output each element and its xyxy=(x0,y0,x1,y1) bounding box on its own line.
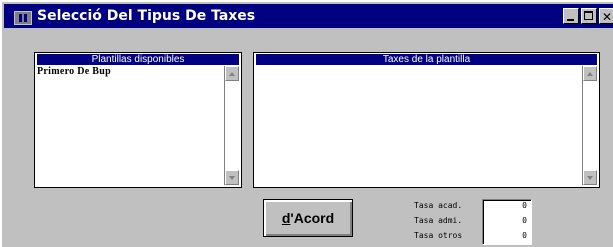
accept-button-mnemonic: d xyxy=(281,210,291,226)
academic-fee-value: 0 xyxy=(522,201,527,210)
maximize-icon xyxy=(584,11,593,20)
scroll-down-arrow-icon xyxy=(229,176,235,180)
scroll-up-arrow-icon xyxy=(587,72,593,76)
template-taxes-header: Taxes de la plantilla xyxy=(256,54,597,65)
templates-list[interactable]: Primero De Bup xyxy=(37,66,223,185)
template-taxes-panel: Taxes de la plantilla xyxy=(253,52,600,188)
list-item[interactable]: Primero De Bup xyxy=(37,66,223,78)
scroll-up-button[interactable] xyxy=(583,66,597,81)
window-app-icon[interactable] xyxy=(14,11,32,25)
maximize-button[interactable] xyxy=(581,8,597,24)
other-fee-value: 0 xyxy=(522,231,527,240)
minimize-icon xyxy=(567,19,574,21)
accept-button[interactable]: d 'Acord xyxy=(263,199,353,237)
other-fee-label: Tasa otros xyxy=(414,231,463,240)
title-bar[interactable]: Selecció Del Tipus De Taxes ✕ xyxy=(4,4,613,28)
templates-list-panel: Plantillas disponibles Primero De Bup xyxy=(34,52,242,188)
academic-fee-label: Tasa acad. xyxy=(414,201,463,210)
scroll-up-button[interactable] xyxy=(225,66,239,81)
template-taxes-list[interactable] xyxy=(256,66,581,185)
template-taxes-scrollbar[interactable] xyxy=(582,66,597,185)
close-icon: ✕ xyxy=(602,10,613,24)
admin-fee-value: 0 xyxy=(522,216,527,225)
accept-button-label: 'Acord xyxy=(290,210,335,226)
scroll-down-arrow-icon xyxy=(587,176,593,180)
scroll-up-arrow-icon xyxy=(229,72,235,76)
window-controls: ✕ xyxy=(563,8,613,24)
fee-totals-box: 0 0 0 xyxy=(482,199,532,245)
templates-list-header: Plantillas disponibles xyxy=(37,54,239,65)
templates-list-scrollbar[interactable] xyxy=(224,66,239,185)
window-title: Selecció Del Tipus De Taxes xyxy=(37,8,256,24)
dialog-window: Selecció Del Tipus De Taxes ✕ Plantillas… xyxy=(0,0,613,247)
minimize-button[interactable] xyxy=(563,8,579,24)
close-button[interactable]: ✕ xyxy=(599,8,613,24)
scroll-down-button[interactable] xyxy=(225,170,239,185)
admin-fee-label: Tasa admi. xyxy=(414,216,463,225)
scroll-down-button[interactable] xyxy=(583,170,597,185)
